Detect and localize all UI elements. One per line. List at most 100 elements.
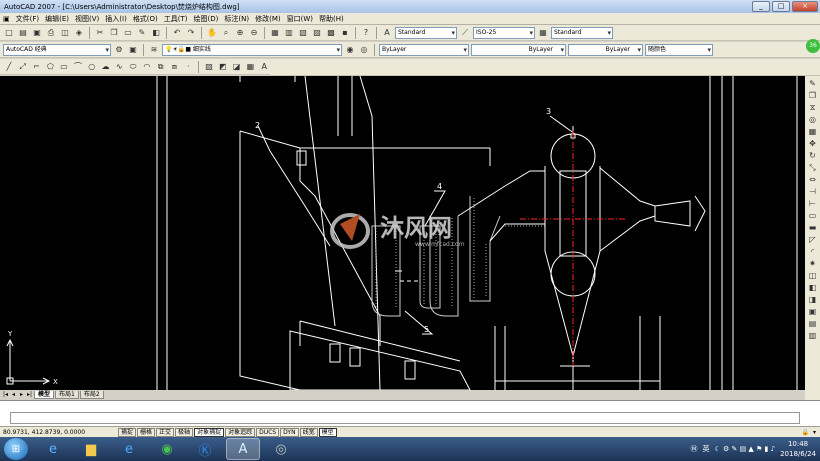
make-block-icon[interactable]: ⧈ [169,61,181,73]
green-browser-icon[interactable]: ◉ [150,438,184,460]
polar-toggle[interactable]: 极轴 [175,427,194,437]
point-icon[interactable]: · [182,61,194,73]
extend-icon[interactable]: ⊢ [807,198,818,209]
circle-icon[interactable]: ○ [86,61,98,73]
array-icon[interactable]: ▦ [807,126,818,137]
zoom-window-icon[interactable]: ⊕ [234,27,246,39]
menu-file[interactable]: 文件(F) [13,14,43,24]
cut-icon[interactable]: ✂ [94,27,106,39]
dyn-toggle[interactable]: DYN [280,427,299,437]
block-editor-icon[interactable]: ◧ [150,27,162,39]
tab-last-icon[interactable]: ▸| [26,391,33,399]
my-workspace-icon[interactable]: ▣ [127,44,139,56]
coordinate-readout[interactable]: 80.9731, 412.8739, 0.0000 [0,429,118,436]
menu-tools[interactable]: 工具(T) [161,14,191,24]
explode-icon[interactable]: ✷ [807,258,818,269]
copy-object-icon[interactable]: ❐ [807,90,818,101]
misc-app-icon[interactable]: ◎ [264,438,298,460]
gradient-icon[interactable]: ◩ [217,61,229,73]
ellipse-icon[interactable]: ⬭ [127,61,139,73]
arc-icon[interactable]: ⌒ [72,61,84,73]
tool-palettes-icon[interactable]: ▧ [297,27,309,39]
join-icon[interactable]: ▬ [807,222,818,233]
break-icon[interactable]: ▭ [807,210,818,221]
notification-badge[interactable]: 36 [806,39,820,53]
drawing-canvas[interactable]: 2 3 4 5 沐风网 www.mfcad.com Y X [0,76,805,390]
save-icon[interactable]: ▣ [31,27,43,39]
table-icon[interactable]: ▦ [245,61,257,73]
quick-select-icon[interactable]: ▥ [807,330,818,341]
copy-icon[interactable]: ❐ [108,27,120,39]
stretch-icon[interactable]: ⇔ [807,174,818,185]
workspace-select[interactable]: AutoCAD 经典 [3,43,111,56]
autocad-taskbar-icon[interactable]: A [226,438,260,460]
help-icon[interactable]: ? [360,27,372,39]
tab-model[interactable]: 模型 [34,390,55,399]
send-back-icon[interactable]: ◨ [807,294,818,305]
revision-cloud-icon[interactable]: ☁ [100,61,112,73]
start-button[interactable]: ⊞ [4,438,28,460]
layer-previous-icon[interactable]: ◎ [358,44,370,56]
clock[interactable]: 10:48 2018/6/24 [780,439,816,459]
menu-view[interactable]: 视图(V) [72,14,102,24]
tab-next-icon[interactable]: ▸ [18,391,25,399]
tray-settings-icon[interactable]: ▾ [813,429,816,436]
fillet-icon[interactable]: ◜ [807,246,818,257]
zoom-realtime-icon[interactable]: ⌕ [220,27,232,39]
linetype-select[interactable]: ByLayer [471,43,566,56]
move-icon[interactable]: ✥ [807,138,818,149]
trim-icon[interactable]: ⊣ [807,186,818,197]
erase-icon[interactable]: ✎ [807,78,818,89]
color-select[interactable]: ByLayer [379,43,469,56]
sheet-set-icon[interactable]: ▨ [311,27,323,39]
table-style-select[interactable]: Standard [551,26,613,39]
match-properties-icon[interactable]: ✎ [136,27,148,39]
properties-icon[interactable]: ▦ [269,27,281,39]
rotate-icon[interactable]: ↻ [807,150,818,161]
zoom-previous-icon[interactable]: ⊖ [248,27,260,39]
line-icon[interactable]: ╱ [3,61,15,73]
ime-label[interactable]: 英 [703,444,710,454]
spline-icon[interactable]: ∿ [113,61,125,73]
make-current-layer-icon[interactable]: ◉ [344,44,356,56]
menu-window[interactable]: 窗口(W) [284,14,316,24]
dim-style-icon[interactable]: ⟋ [459,27,471,39]
rectangle-icon[interactable]: ▭ [58,61,70,73]
tab-layout2[interactable]: 布局2 [79,390,104,399]
text-style-icon[interactable]: A [381,27,393,39]
region-icon[interactable]: ◪ [231,61,243,73]
insert-block-icon[interactable]: ⧉ [155,61,167,73]
ellipse-arc-icon[interactable]: ◠ [141,61,153,73]
dim-style-select[interactable]: ISO-25 [473,26,535,39]
menu-draw[interactable]: 绘图(D) [191,14,222,24]
workspace-settings-icon[interactable]: ⚙ [113,44,125,56]
design-center-icon[interactable]: ▥ [283,27,295,39]
polyline-icon[interactable]: ⌐ [31,61,43,73]
maximize-button[interactable]: □ [772,1,790,12]
undo-icon[interactable]: ↶ [171,27,183,39]
otrack-toggle[interactable]: 对象追踪 [225,427,256,437]
lineweight-select[interactable]: ByLayer [568,43,643,56]
ortho-toggle[interactable]: 正交 [156,427,175,437]
menu-modify[interactable]: 修改(M) [252,14,284,24]
polygon-icon[interactable]: ⬠ [44,61,56,73]
menu-edit[interactable]: 编辑(E) [42,14,72,24]
folder-icon[interactable]: ▆ [74,438,108,460]
tab-first-icon[interactable]: |◂ [2,391,9,399]
redo-icon[interactable]: ↷ [185,27,197,39]
command-input[interactable] [10,412,800,424]
print-icon[interactable]: ⎙ [45,27,57,39]
menu-format[interactable]: 格式(O) [130,14,161,24]
mirror-icon[interactable]: ⧖ [807,102,818,113]
snap-toggle[interactable]: 捕捉 [118,427,137,437]
minimize-button[interactable]: _ [752,1,770,12]
lineweight-toggle[interactable]: 线宽 [299,427,318,437]
scale-icon[interactable]: ⤡ [807,162,818,173]
open-icon[interactable]: ▤ [17,27,29,39]
k-app-icon[interactable]: Ⓚ [188,438,222,460]
app-menu-icon[interactable]: ▣ [0,15,13,23]
chamfer-icon[interactable]: ◸ [807,234,818,245]
paste-icon[interactable]: ▭ [122,27,134,39]
lock-icon[interactable]: 🔒 [802,429,809,436]
menu-dimension[interactable]: 标注(N) [221,14,252,24]
